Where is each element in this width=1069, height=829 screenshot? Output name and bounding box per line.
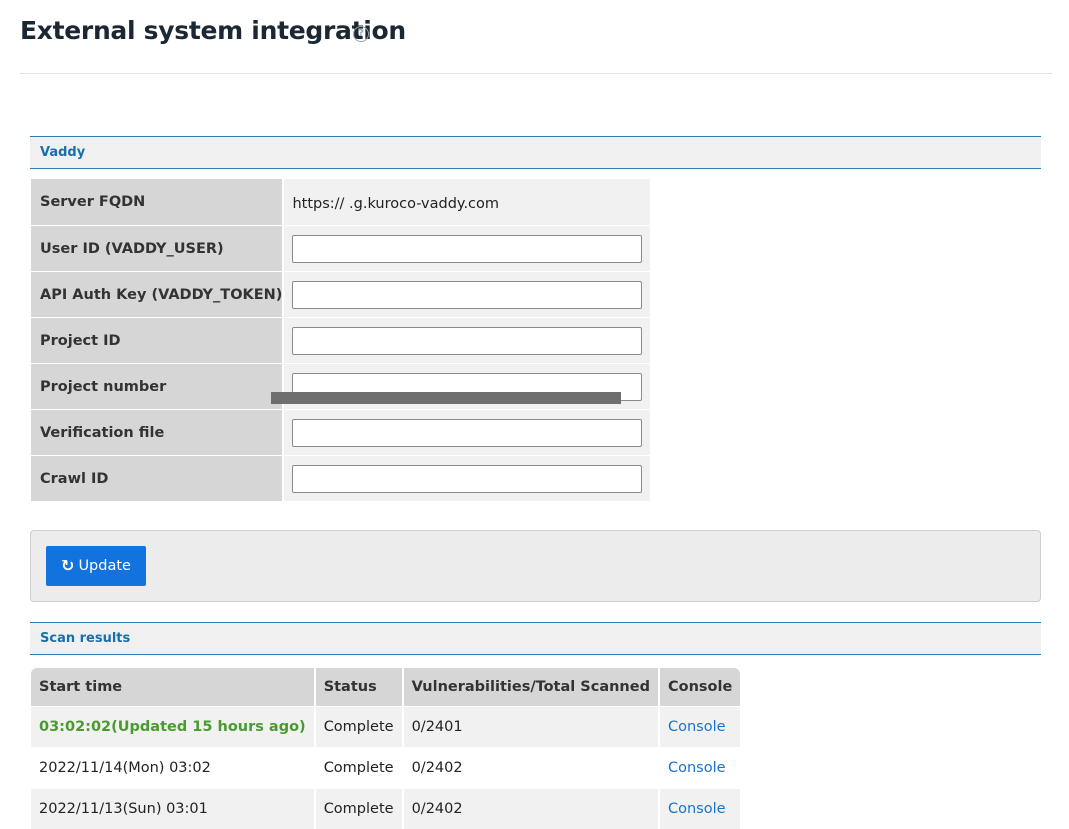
field-row-crawl-id: Crawl ID xyxy=(31,455,651,501)
start-time-cell: 2022/11/14(Mon) 03:02 xyxy=(31,747,316,788)
update-button-label: Update xyxy=(78,558,131,574)
server-fqdn-text: https:// .g.kuroco-vaddy.com xyxy=(292,195,500,212)
field-value-server-fqdn: https:// .g.kuroco-vaddy.com xyxy=(284,179,651,225)
console-link[interactable]: Console xyxy=(668,801,726,817)
vaddy-section-heading: Vaddy xyxy=(30,136,1041,169)
action-panel: ↻ Update xyxy=(30,530,1041,602)
project-id-input[interactable] xyxy=(292,326,643,355)
page-header: External system integration ? xyxy=(20,0,1052,74)
field-row-server-fqdn: Server FQDN https:// .g.kuroco-vaddy.com xyxy=(31,179,651,225)
status-cell: Complete xyxy=(315,788,404,829)
start-time-cell: 03:02:02(Updated 15 hours ago) xyxy=(31,706,316,747)
scan-results-heading: Scan results xyxy=(30,622,1041,655)
status-cell: Complete xyxy=(315,747,404,788)
question-circle-icon[interactable]: ? xyxy=(353,26,369,42)
table-header-row: Start time Status Vulnerabilities/Total … xyxy=(31,668,741,706)
table-row: 03:02:02(Updated 15 hours ago) Complete … xyxy=(31,706,741,747)
vulnerabilities-cell: 0/2402 xyxy=(403,788,660,829)
field-label-user-id: User ID (VADDY_USER) xyxy=(31,225,285,271)
page-title: External system integration xyxy=(20,16,406,45)
column-header-status: Status xyxy=(315,668,404,706)
field-label-api-auth-key: API Auth Key (VADDY_TOKEN) xyxy=(31,271,285,317)
crawl-id-input[interactable] xyxy=(292,464,643,493)
refresh-icon: ↻ xyxy=(61,556,75,575)
field-label-server-fqdn: Server FQDN xyxy=(31,179,285,225)
field-row-api-auth-key: API Auth Key (VADDY_TOKEN) xyxy=(31,271,651,317)
vaddy-settings-table: Server FQDN https:// .g.kuroco-vaddy.com… xyxy=(31,179,651,501)
api-auth-key-input[interactable] xyxy=(292,280,643,309)
column-header-vulnerabilities: Vulnerabilities/Total Scanned xyxy=(403,668,660,706)
status-cell: Complete xyxy=(315,706,404,747)
field-label-verification-file: Verification file xyxy=(31,409,285,455)
vulnerabilities-cell: 0/2402 xyxy=(403,747,660,788)
vulnerabilities-cell: 0/2401 xyxy=(403,706,660,747)
column-header-start-time: Start time xyxy=(31,668,316,706)
start-time-cell: 2022/11/13(Sun) 03:01 xyxy=(31,788,316,829)
field-label-project-number: Project number xyxy=(31,363,285,409)
verification-file-input[interactable] xyxy=(292,418,643,447)
table-row: 2022/11/13(Sun) 03:01 Complete 0/2402 Co… xyxy=(31,788,741,829)
table-row: 2022/11/14(Mon) 03:02 Complete 0/2402 Co… xyxy=(31,747,741,788)
update-button[interactable]: ↻ Update xyxy=(46,546,146,586)
field-label-crawl-id: Crawl ID xyxy=(31,455,285,501)
console-link[interactable]: Console xyxy=(668,760,726,776)
masked-value-bar xyxy=(271,392,621,404)
column-header-console: Console xyxy=(659,668,741,706)
user-id-input[interactable] xyxy=(292,234,643,263)
field-row-verification-file: Verification file xyxy=(31,409,651,455)
field-label-project-id: Project ID xyxy=(31,317,285,363)
field-row-user-id: User ID (VADDY_USER) xyxy=(31,225,651,271)
scan-results-table: Start time Status Vulnerabilities/Total … xyxy=(31,668,741,829)
field-row-project-id: Project ID xyxy=(31,317,651,363)
console-link[interactable]: Console xyxy=(668,719,726,735)
